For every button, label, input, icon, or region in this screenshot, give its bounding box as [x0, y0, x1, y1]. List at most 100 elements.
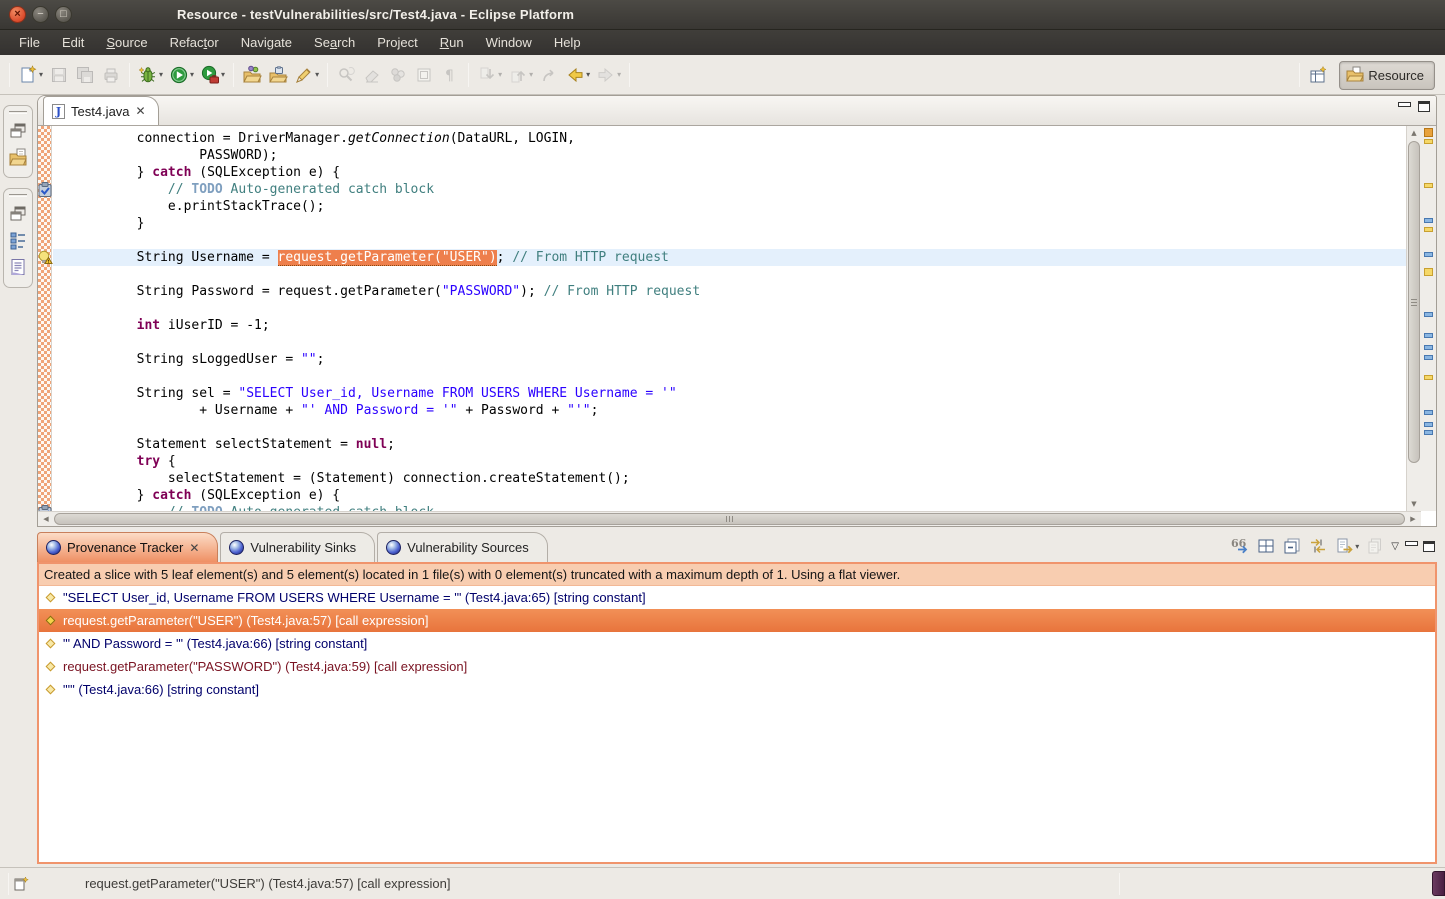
tab-vulnerability-sinks[interactable]: Vulnerability Sinks: [220, 532, 375, 562]
scroll-right-icon[interactable]: ▶: [1406, 512, 1420, 526]
toolbar-group: ▾: [15, 63, 124, 87]
menu-source[interactable]: Source: [95, 30, 158, 55]
menu-run[interactable]: Run: [429, 30, 475, 55]
tab-label: Provenance Tracker: [67, 540, 183, 555]
scroll-up-icon[interactable]: ▲: [1407, 127, 1421, 139]
panel-maximize-button[interactable]: [1423, 541, 1435, 552]
open-type-button[interactable]: [240, 63, 264, 87]
tab-provenance-tracker[interactable]: Provenance Tracker ✕: [37, 532, 218, 562]
run-external-button[interactable]: ▾: [198, 63, 227, 87]
dropdown-caret-icon[interactable]: ▾: [221, 70, 225, 79]
scroll-down-icon[interactable]: ▼: [1407, 498, 1421, 510]
provenance-marker[interactable]: [1424, 345, 1433, 350]
maximize-editor-icon[interactable]: [1418, 101, 1430, 112]
title-bar: × − □ Resource - testVulnerabilities/src…: [0, 0, 1445, 30]
run-button[interactable]: ▾: [167, 63, 196, 87]
panel-minimize-button[interactable]: [1405, 541, 1417, 551]
occurrence-marker[interactable]: [1424, 375, 1433, 380]
diamond-icon: [46, 593, 56, 603]
export-slice-button[interactable]: ▾: [1334, 536, 1359, 556]
stack-drag-handle[interactable]: [9, 194, 27, 197]
resource-perspective-button[interactable]: Resource: [1339, 61, 1435, 90]
dropdown-caret-icon[interactable]: ▾: [315, 70, 319, 79]
reorient-button[interactable]: [1308, 536, 1328, 556]
menu-window[interactable]: Window: [475, 30, 543, 55]
provenance-marker[interactable]: [1424, 410, 1433, 415]
close-window-icon[interactable]: ×: [9, 6, 26, 23]
menu-help[interactable]: Help: [543, 30, 592, 55]
back-button[interactable]: ▾: [563, 63, 592, 87]
bulb-marker-icon[interactable]: [37, 249, 53, 265]
menu-refactor[interactable]: Refactor: [159, 30, 230, 55]
view-menu-button[interactable]: ▽: [1391, 541, 1399, 552]
dropdown-caret-icon[interactable]: ▾: [586, 70, 590, 79]
annotation-ruler[interactable]: [38, 126, 52, 511]
menu-search[interactable]: Search: [303, 30, 366, 55]
editor-tab-test4-java[interactable]: J Test4.java ✕: [43, 96, 159, 125]
dropdown-caret-icon[interactable]: ▾: [159, 70, 163, 79]
minimize-window-icon[interactable]: −: [32, 6, 49, 23]
provenance-tracker-view: Provenance Tracker ✕ Vulnerability SinksVu…: [37, 530, 1437, 864]
scroll-left-icon[interactable]: ◀: [39, 512, 53, 526]
collapse-all-button[interactable]: [1282, 536, 1302, 556]
horizontal-scroll-thumb[interactable]: [54, 513, 1405, 525]
provenance-marker[interactable]: [1424, 430, 1433, 435]
maximize-window-icon[interactable]: □: [55, 6, 72, 23]
provenance-marker[interactable]: [1424, 422, 1433, 427]
svg-text:¶: ¶: [445, 68, 454, 84]
window-trim-icon[interactable]: [13, 875, 29, 897]
dropdown-caret-icon[interactable]: ▾: [39, 70, 43, 79]
clear-mark-button: [360, 63, 384, 87]
separator: [327, 63, 328, 87]
separator: [468, 63, 469, 87]
overview-ruler[interactable]: [1421, 126, 1436, 511]
vertical-scroll-thumb[interactable]: [1408, 141, 1420, 463]
slice-item-label: request.getParameter("USER") (Test4.java…: [63, 613, 428, 628]
slice-item[interactable]: "SELECT User_id, Username FROM USERS WHE…: [39, 586, 1435, 609]
occurrence-marker[interactable]: [1424, 183, 1433, 188]
provenance-marker[interactable]: [1424, 312, 1433, 317]
restore-view-icon[interactable]: [6, 201, 30, 225]
code-line: Statement selectStatement = null;: [53, 436, 1406, 453]
open-perspective-button[interactable]: [1306, 63, 1330, 87]
occurrence-marker[interactable]: [1424, 227, 1433, 232]
close-tab-icon[interactable]: ✕: [136, 104, 146, 118]
menu-file[interactable]: File: [8, 30, 51, 55]
minimize-editor-icon[interactable]: [1398, 102, 1410, 112]
debug-button[interactable]: ▾: [136, 63, 165, 87]
provenance-marker[interactable]: [1424, 355, 1433, 360]
occurrence-marker[interactable]: [1424, 139, 1433, 144]
expressions-button[interactable]: 66: [1230, 536, 1250, 556]
tasklist-icon[interactable]: [6, 255, 30, 279]
provenance-marker[interactable]: [1424, 333, 1433, 338]
code-editor[interactable]: connection = DriverManager.getConnection…: [53, 126, 1406, 511]
overview-ruler-header[interactable]: [1424, 128, 1433, 137]
horizontal-scrollbar[interactable]: ◀ ▶: [38, 511, 1421, 526]
outline-icon[interactable]: [6, 228, 30, 252]
task-marker-icon[interactable]: [37, 181, 53, 197]
menu-project[interactable]: Project: [366, 30, 428, 55]
editor-area: J Test4.java ✕ connection = DriverManage…: [37, 95, 1437, 527]
vertical-scrollbar[interactable]: ▲ ▼: [1406, 126, 1421, 511]
menu-edit[interactable]: Edit: [51, 30, 95, 55]
slice-item[interactable]: "' AND Password = '" (Test4.java:66) [st…: [39, 632, 1435, 655]
slice-item[interactable]: request.getParameter("PASSWORD") (Test4.…: [39, 655, 1435, 678]
mark-pen-button[interactable]: ▾: [292, 63, 321, 87]
occurrence-marker[interactable]: [1424, 268, 1433, 276]
grid-button[interactable]: [1256, 536, 1276, 556]
restore-view-icon[interactable]: [6, 118, 30, 142]
dropdown-caret-icon[interactable]: ▾: [190, 70, 194, 79]
new-wizard-button[interactable]: ▾: [16, 63, 45, 87]
slice-item[interactable]: "'" (Test4.java:66) [string constant]: [39, 678, 1435, 701]
provenance-marker[interactable]: [1424, 252, 1433, 257]
panel-toolbar: 66 ▾ ▽: [1230, 536, 1435, 556]
code-line: }: [53, 215, 1406, 232]
provenance-marker[interactable]: [1424, 218, 1433, 223]
close-tab-icon[interactable]: ✕: [189, 541, 199, 555]
menu-navigate[interactable]: Navigate: [230, 30, 303, 55]
tab-vulnerability-sources[interactable]: Vulnerability Sources: [377, 532, 548, 562]
slice-item[interactable]: request.getParameter("USER") (Test4.java…: [39, 609, 1435, 632]
project-explorer-icon[interactable]: [6, 145, 30, 169]
import-folder-button[interactable]: [266, 63, 290, 87]
stack-drag-handle[interactable]: [9, 111, 27, 114]
